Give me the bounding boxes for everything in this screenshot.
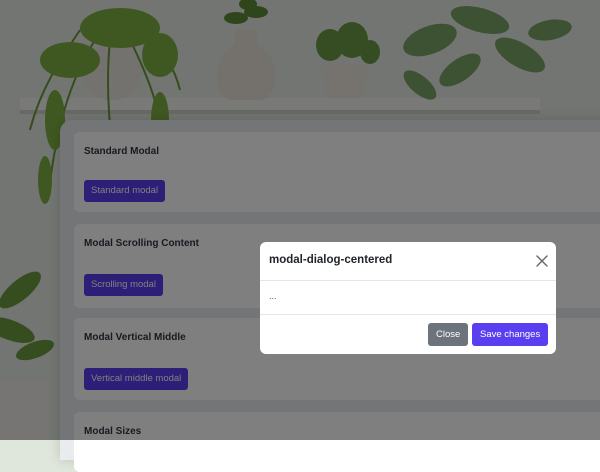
centered-modal: modal-dialog-centered ... Close Save cha… xyxy=(260,242,556,354)
modal-backdrop[interactable] xyxy=(0,0,600,440)
modal-footer: Close Save changes xyxy=(260,315,556,354)
close-button[interactable]: Close xyxy=(428,323,469,346)
save-changes-button[interactable]: Save changes xyxy=(472,323,549,346)
modal-title: modal-dialog-centered xyxy=(269,254,393,266)
modal-body-text: ... xyxy=(269,291,277,301)
modal-body: ... xyxy=(260,281,556,315)
close-icon[interactable] xyxy=(534,253,550,269)
modal-header: modal-dialog-centered xyxy=(260,242,556,281)
